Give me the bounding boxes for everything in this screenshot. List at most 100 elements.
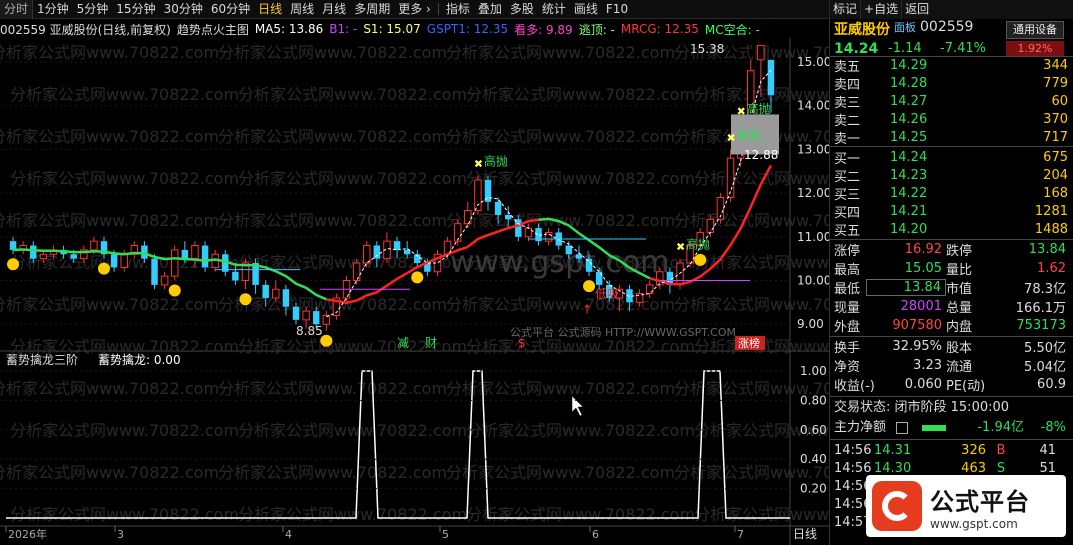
candle-body (282, 289, 290, 307)
event-label: 财 (425, 336, 437, 350)
stat-key: 量比 (946, 263, 973, 278)
f10-button[interactable]: F10 (602, 0, 632, 19)
back-button[interactable]: 返回 (901, 0, 932, 19)
bid-row[interactable]: 买二 14.23 204 (830, 166, 1073, 185)
candle-body (464, 210, 472, 225)
money-bag-icon[interactable] (168, 284, 181, 297)
indicator-name[interactable]: 趋势点火主图 (177, 21, 249, 38)
mckonghe-value: MC空合: - (704, 22, 760, 37)
candle-body (201, 245, 209, 268)
bid-label: 买二 (834, 169, 861, 185)
ask-price: 14.29 (890, 57, 928, 73)
period-label[interactable]: 日线 (793, 527, 817, 541)
tab-15min[interactable]: 15分钟 (112, 0, 159, 19)
watermark-text: 分析家公式网www.70822.com (218, 463, 447, 482)
watermark-text: 分析家公式网www.70822.com (446, 463, 675, 482)
money-bag-icon[interactable] (239, 293, 252, 306)
stat-key: 外盘 (834, 320, 861, 335)
bid-label: 买三 (834, 187, 861, 203)
tab-5min[interactable]: 5分钟 (73, 0, 113, 19)
tab-multi-period[interactable]: 多周期 (350, 0, 394, 19)
draw-line-button[interactable]: 画线 (570, 0, 602, 19)
watermark-text: 分析家公式网www.70822.com (0, 43, 219, 62)
bid-row[interactable]: 买四 14.21 1281 (830, 202, 1073, 221)
money-bag-icon[interactable] (583, 280, 596, 293)
candle-body (474, 179, 482, 212)
overlay-button[interactable]: 叠加 (474, 0, 506, 19)
mark-button[interactable]: 标记 (829, 0, 860, 19)
watermark-text: 分析家公式网www.70822.com (694, 253, 829, 272)
price-tick-label: 11.00 (797, 230, 829, 244)
candle-body (352, 262, 361, 282)
bid-price: 14.23 (890, 167, 928, 183)
chart-info-line: 002559 亚威股份(日线,前复权) 趋势点火主图 MA5: 13.86 B1… (0, 20, 829, 38)
ask-row[interactable]: 卖五 14.29 344 (830, 56, 1073, 75)
watermark-text: 分析家公式网www.70822.com (238, 421, 467, 440)
tab-60min[interactable]: 60分钟 (207, 0, 254, 19)
tab-intraday[interactable]: 分时 (0, 0, 34, 19)
stat-value: 1.62 (1037, 261, 1066, 276)
candle-body (373, 245, 381, 259)
tab-more[interactable]: 更多 › (394, 0, 435, 19)
main-net-pct: -8% (1040, 420, 1066, 435)
buy-orderbook: 买一 14.24 675 买二 14.23 204 买三 14.22 168 买四 14.21 128… (830, 148, 1073, 239)
event-label: 减 (397, 336, 409, 350)
price-tick-label: 13.00 (797, 142, 829, 156)
multi-stock-button[interactable]: 多股 (506, 0, 538, 19)
stat-key: PE(动) (946, 379, 986, 394)
money-bag-icon[interactable] (694, 253, 707, 266)
b1-value: B1: - (329, 22, 358, 36)
sub-tick-label: 0.60 (800, 423, 827, 437)
stat-row: 净资 3.23 流通 5.04亿 (830, 356, 1073, 375)
ask-row[interactable]: 卖三 14.27 60 (830, 92, 1073, 111)
tick-volume: 463 (961, 460, 986, 476)
bid-row[interactable]: 买一 14.24 675 (830, 148, 1073, 167)
ask-row[interactable]: 卖四 14.28 779 (830, 74, 1073, 93)
toolbar-divider (437, 3, 439, 15)
tick-count: 41 (1039, 442, 1056, 458)
ask-price: 14.25 (890, 129, 928, 145)
tick-count: 51 (1039, 460, 1056, 476)
money-bag-icon[interactable] (98, 262, 110, 275)
ask-row[interactable]: 卖二 14.26 370 (830, 110, 1073, 129)
list-icon[interactable] (896, 422, 908, 434)
watermark-text: 分析家公式网www.70822.com (218, 379, 447, 398)
money-bag-icon[interactable] (7, 258, 20, 271)
candle-body (312, 311, 320, 325)
candle-body (706, 218, 715, 233)
candle-body (292, 306, 300, 320)
watermark-text: 分析家公式网www.70822.com (0, 127, 219, 146)
add-watchlist-button[interactable]: +自选 (860, 0, 901, 19)
stat-key: 最高 (834, 263, 861, 278)
sub-tick-label: 1.00 (800, 364, 827, 378)
ask-row[interactable]: 卖一 14.25 717 (830, 128, 1073, 147)
bid-row[interactable]: 买三 14.22 168 (830, 184, 1073, 203)
indicator-button[interactable]: 指标 (442, 0, 474, 19)
money-bag-icon[interactable] (411, 271, 424, 284)
watermark-text: 分析家公式网www.70822.com (446, 379, 675, 398)
sell-signal-label: 高抛 (484, 154, 508, 169)
sub-tick-label: 0.20 (800, 482, 827, 496)
watermark-text: 分析家公式网www.70822.com (238, 85, 467, 104)
watermark-text: 分析家公式网www.70822.com (10, 421, 239, 440)
tab-30min[interactable]: 30分钟 (160, 0, 207, 19)
tab-1min[interactable]: 1分钟 (33, 0, 73, 19)
candle-body (30, 245, 37, 259)
sell-marker-icon: ✖ (737, 105, 746, 118)
tab-monthly[interactable]: 月线 (318, 0, 350, 19)
kline-chart[interactable]: 分析家公式网www.70822.com分析家公式网www.70822.com分析… (0, 38, 829, 545)
stat-row: 现量 28001 总量 166.1万 (830, 297, 1073, 316)
stat-value: 15.05 (904, 261, 942, 276)
up-arrow-icon: ↑ (582, 302, 592, 316)
watermark-text: 分析家公式网www.70822.com (446, 127, 675, 146)
tab-weekly[interactable]: 周线 (286, 0, 318, 19)
candle-body (151, 258, 158, 285)
panel-tag[interactable]: 面板 (894, 19, 916, 35)
bid-row[interactable]: 买五 14.20 1488 (830, 220, 1073, 239)
kanduo-value: 看多: 9.89 (514, 22, 573, 37)
stat-key: 市值 (946, 282, 973, 297)
sector-button[interactable]: 通用设备 (1006, 21, 1064, 39)
statistics-button[interactable]: 统计 (538, 0, 570, 19)
tab-daily[interactable]: 日线 (254, 0, 286, 19)
sub-indicator-title[interactable]: 蓄势擒龙三阶 (6, 352, 78, 367)
